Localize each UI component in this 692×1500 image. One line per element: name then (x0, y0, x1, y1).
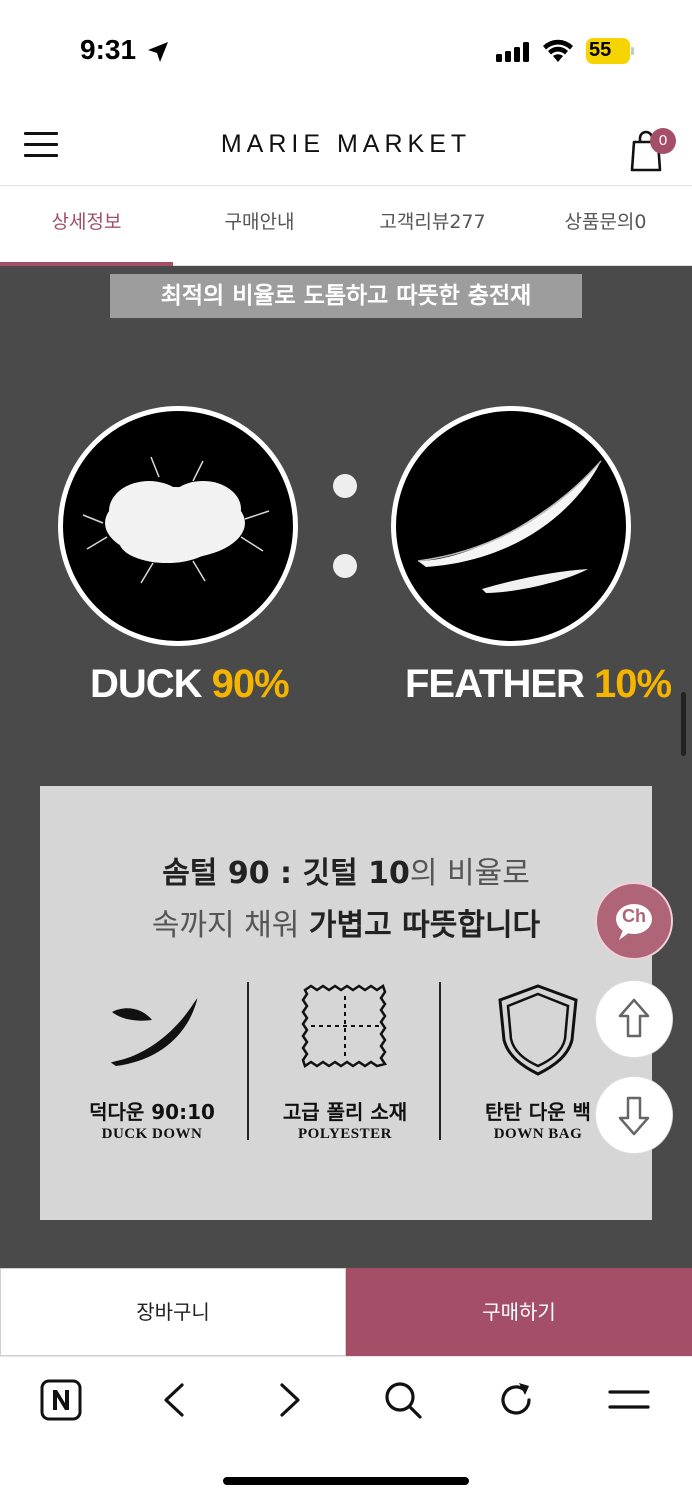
chat-label: Ch (622, 906, 646, 926)
battery-indicator: 55 (586, 38, 634, 64)
feature-duck-down: 덕다운 90:10 DUCK DOWN (55, 976, 249, 1156)
scrollbar-thumb[interactable] (681, 692, 686, 756)
duck-word: DUCK (90, 662, 212, 706)
tab-detail-info[interactable]: 상세정보 (0, 186, 173, 266)
purchase-action-bar: 장바구니 구매하기 (0, 1268, 692, 1356)
add-to-cart-button[interactable]: 장바구니 (0, 1268, 346, 1356)
wifi-icon (543, 39, 573, 62)
status-time: 9:31 (80, 34, 137, 65)
info-line-1-light: 의 비율로 (409, 856, 530, 891)
feather-icon (109, 995, 199, 1066)
feature-polyester: 고급 폴리 소재 POLYESTER (248, 976, 442, 1156)
filling-headline: 최적의 비율로 도톰하고 따뜻한 충전재 (110, 274, 582, 318)
scroll-bottom-button[interactable] (595, 1076, 673, 1154)
info-line-1-bold: 솜털 90 : 깃털 10 (162, 856, 410, 891)
status-bar: 9:31 55 (0, 0, 692, 100)
buy-now-button[interactable]: 구매하기 (346, 1268, 692, 1356)
home-indicator[interactable] (223, 1477, 469, 1485)
forward-icon[interactable] (266, 1377, 312, 1423)
feature-subtitle: POLYESTER (298, 1126, 392, 1142)
feature-title: 고급 폴리 소재 (282, 1100, 408, 1124)
ratio-colon-dot (333, 474, 357, 498)
detail-tabs: 상세정보 구매안내 고객리뷰277 상품문의0 (0, 186, 692, 266)
arrow-down-icon (618, 1096, 650, 1136)
info-line-2: 속까지 채워 가볍고 따뜻합니다 (40, 900, 652, 944)
arrow-up-icon (618, 998, 650, 1038)
brand-logo[interactable]: MARIE MARKET (0, 130, 692, 159)
battery-level: 55 (589, 39, 612, 61)
ratio-colon-dot (333, 554, 357, 578)
location-arrow-icon (148, 42, 168, 62)
feather-percent: 10% (594, 662, 672, 706)
cart-button[interactable]: 0 (628, 124, 678, 172)
feature-info-card: 솜털 90 : 깃털 10의 비율로 속까지 채워 가볍고 따뜻합니다 덕다운 … (40, 786, 652, 1220)
tab-purchase-guide[interactable]: 구매안내 (173, 186, 346, 265)
tab-reviews[interactable]: 고객리뷰277 (346, 186, 519, 265)
back-icon[interactable] (152, 1377, 198, 1423)
duck-percent: 90% (211, 662, 290, 706)
site-header: MARIE MARKET 0 (0, 100, 692, 186)
info-line-2-light: 속까지 채워 (151, 908, 309, 943)
cart-count-badge: 0 (650, 128, 676, 154)
more-menu-icon[interactable] (606, 1377, 652, 1423)
feather-ratio-label: FEATHER 10% (405, 662, 672, 707)
cellular-signal-icon (496, 42, 529, 62)
feature-title: 덕다운 90:10 (89, 1100, 215, 1124)
fabric-swatch-icon (301, 984, 388, 1068)
shield-icon (498, 984, 578, 1076)
tab-product-qna[interactable]: 상품문의0 (519, 186, 692, 265)
info-line-1: 솜털 90 : 깃털 10의 비율로 (40, 848, 652, 892)
scroll-top-button[interactable] (595, 980, 673, 1058)
feature-subtitle: DUCK DOWN (101, 1126, 203, 1142)
info-line-2-bold: 가볍고 따뜻합니다 (308, 908, 541, 943)
duck-ratio-label: DUCK 90% (90, 662, 290, 707)
search-icon[interactable] (380, 1377, 426, 1423)
duck-down-image (58, 406, 298, 646)
refresh-icon[interactable] (493, 1377, 539, 1423)
chat-button[interactable]: Ch (595, 882, 673, 960)
product-detail-content: 최적의 비율로 도톰하고 따뜻한 충전재 DUCK 90% FEATHER 10… (0, 266, 692, 1268)
feather-image (391, 406, 631, 646)
naver-home-icon[interactable] (38, 1377, 84, 1423)
browser-toolbar (0, 1356, 692, 1500)
feather-word: FEATHER (405, 662, 595, 706)
